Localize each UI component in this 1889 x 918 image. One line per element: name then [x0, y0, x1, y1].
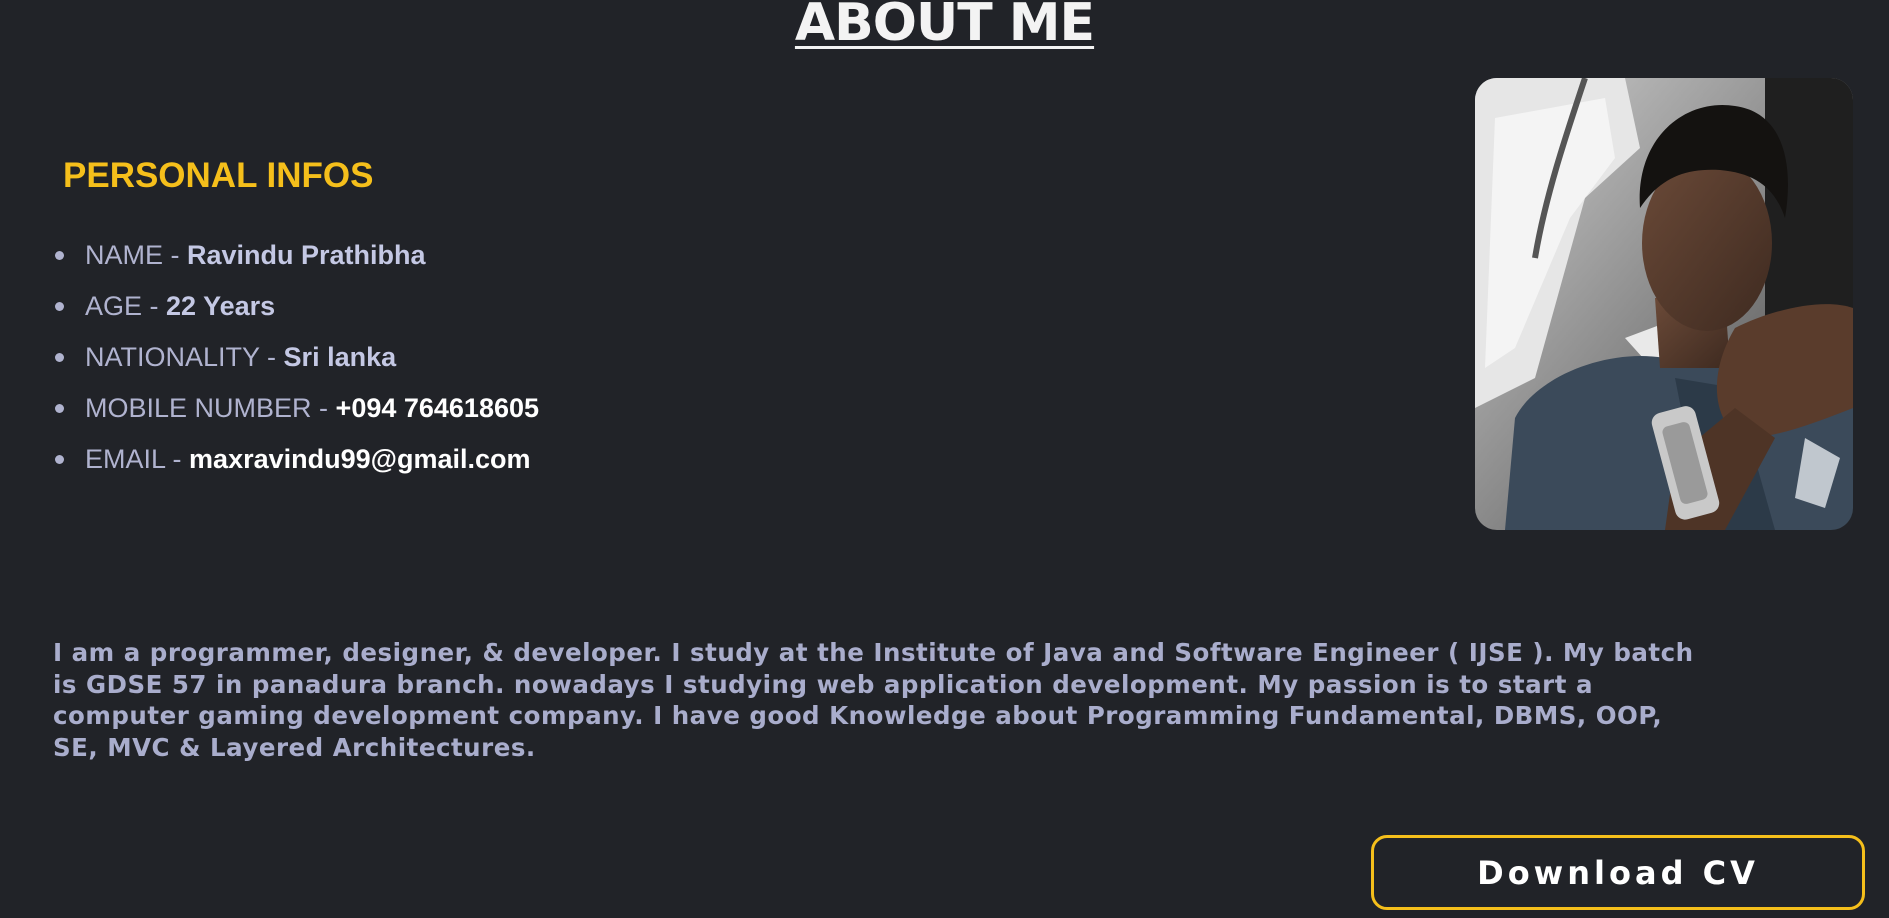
info-item-name: NAME - Ravindu Prathibha: [55, 230, 539, 281]
info-label: EMAIL -: [85, 444, 182, 474]
bullet-icon: [55, 404, 64, 413]
email-value: maxravindu99@gmail.com: [189, 444, 531, 474]
bio-text: I am a programmer, designer, & developer…: [53, 638, 1694, 762]
personal-info-list: NAME - Ravindu Prathibha AGE - 22 Years …: [55, 230, 539, 485]
bullet-icon: [55, 251, 64, 260]
download-cv-button[interactable]: Download CV: [1371, 835, 1865, 910]
info-label: AGE -: [85, 291, 159, 321]
page-title: ABOUT ME: [794, 0, 1095, 53]
bullet-icon: [55, 353, 64, 362]
name-value: Ravindu Prathibha: [187, 240, 426, 270]
info-label: NAME -: [85, 240, 180, 270]
info-label: MOBILE NUMBER -: [85, 393, 329, 423]
nationality-value: Sri lanka: [283, 342, 397, 372]
info-item-nationality: NATIONALITY - Sri lanka: [55, 332, 539, 383]
info-item-email: EMAIL - maxravindu99@gmail.com: [55, 434, 539, 485]
info-item-mobile: MOBILE NUMBER - +094 764618605: [55, 383, 539, 434]
bullet-icon: [55, 302, 64, 311]
bullet-icon: [55, 455, 64, 464]
mobile-value: +094 764618605: [335, 393, 540, 423]
age-value: 22 Years: [166, 291, 276, 321]
info-label: NATIONALITY -: [85, 342, 277, 372]
profile-photo: [1475, 78, 1853, 530]
info-item-age: AGE - 22 Years: [55, 281, 539, 332]
personal-infos-heading: PERSONAL INFOS: [63, 156, 374, 195]
